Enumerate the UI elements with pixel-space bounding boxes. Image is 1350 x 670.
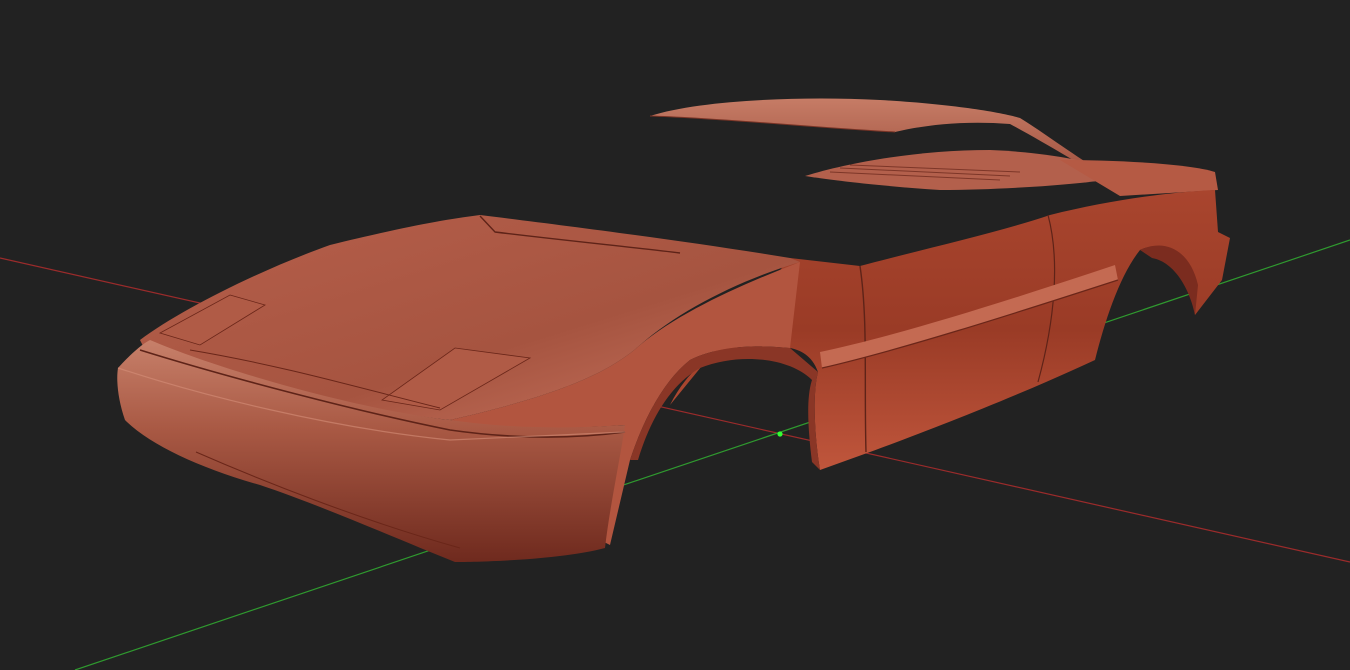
rear-deck[interactable] bbox=[805, 150, 1218, 196]
viewport-canvas[interactable] bbox=[0, 0, 1350, 670]
origin-point bbox=[777, 431, 783, 437]
3d-viewport[interactable] bbox=[0, 0, 1350, 670]
